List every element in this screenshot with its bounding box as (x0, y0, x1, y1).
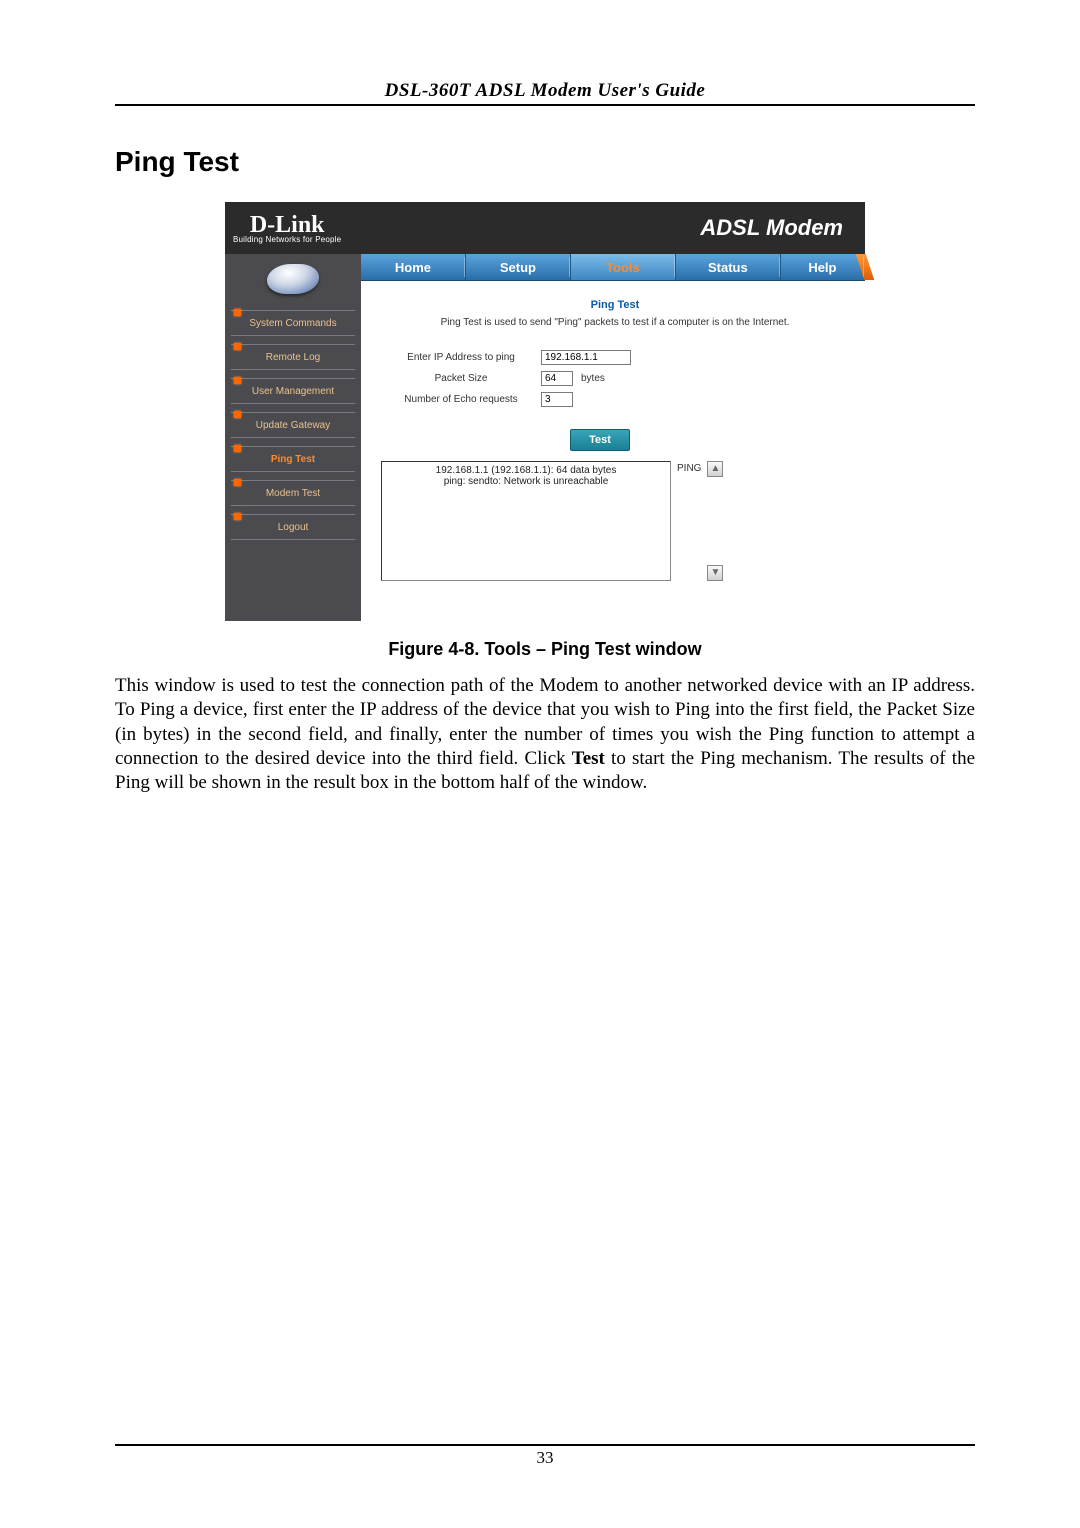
field-packet-size: Packet Size bytes (381, 371, 849, 386)
result-textarea[interactable]: 192.168.1.1 (192.168.1.1): 64 data bytes… (381, 461, 671, 581)
screenshot-body: System Commands Remote Log User Manageme… (225, 254, 865, 621)
sidebar-item-user-management[interactable]: User Management (231, 378, 355, 404)
sidebar: System Commands Remote Log User Manageme… (225, 254, 361, 621)
ip-label: Enter IP Address to ping (381, 352, 541, 363)
packet-size-input[interactable] (541, 371, 573, 386)
ping-test-panel: Ping Test Ping Test is used to send "Pin… (361, 281, 865, 591)
main-area: Home Setup Tools Status Help Ping Test P… (361, 254, 865, 621)
screenshot-header: D-Link Building Networks for People ADSL… (225, 202, 865, 254)
tab-status[interactable]: Status (676, 254, 781, 280)
body-text-bold: Test (572, 748, 605, 769)
tab-help[interactable]: Help (781, 254, 865, 280)
result-area: 192.168.1.1 (192.168.1.1): 64 data bytes… (381, 461, 849, 581)
scroll-down-icon[interactable]: ▼ (707, 565, 723, 581)
panel-title: Ping Test (381, 299, 849, 311)
sidebar-item-modem-test[interactable]: Modem Test (231, 480, 355, 506)
sidebar-item-remote-log[interactable]: Remote Log (231, 344, 355, 370)
screenshot-window: D-Link Building Networks for People ADSL… (225, 202, 865, 621)
packet-size-unit: bytes (581, 373, 605, 384)
sidebar-item-logout[interactable]: Logout (231, 514, 355, 540)
figure-caption: Figure 4-8. Tools – Ping Test window (115, 639, 975, 660)
body-paragraph: This window is used to test the connecti… (115, 674, 975, 796)
page-number: 33 (537, 1448, 554, 1467)
section-title: Ping Test (115, 146, 975, 178)
panel-description: Ping Test is used to send "Ping" packets… (381, 317, 849, 328)
sidebar-item-update-gateway[interactable]: Update Gateway (231, 412, 355, 438)
brand-name: D-Link (233, 213, 341, 237)
tab-tools[interactable]: Tools (571, 254, 676, 280)
ip-input[interactable] (541, 350, 631, 365)
tab-bar: Home Setup Tools Status Help (361, 254, 865, 281)
running-header: DSL-360T ADSL Modem User's Guide (115, 80, 975, 106)
result-scrollbar: ▲ ▼ (707, 461, 723, 581)
modem-icon (265, 264, 321, 294)
scroll-up-icon[interactable]: ▲ (707, 461, 723, 477)
brand-tagline: Building Networks for People (233, 235, 341, 244)
echo-input[interactable] (541, 392, 573, 407)
packet-size-label: Packet Size (381, 373, 541, 384)
field-echo: Number of Echo requests (381, 392, 849, 407)
page-footer: 33 (115, 1444, 975, 1468)
sidebar-item-system-commands[interactable]: System Commands (231, 310, 355, 336)
figure: D-Link Building Networks for People ADSL… (115, 202, 975, 621)
dlink-logo: D-Link Building Networks for People (233, 213, 341, 244)
product-title: ADSL Modem (700, 215, 853, 241)
tab-setup[interactable]: Setup (466, 254, 571, 280)
echo-label: Number of Echo requests (381, 394, 541, 405)
test-button[interactable]: Test (570, 429, 630, 451)
sidebar-item-ping-test[interactable]: Ping Test (231, 446, 355, 472)
tab-home[interactable]: Home (361, 254, 466, 280)
result-label: PING (677, 461, 701, 474)
field-ip: Enter IP Address to ping (381, 350, 849, 365)
